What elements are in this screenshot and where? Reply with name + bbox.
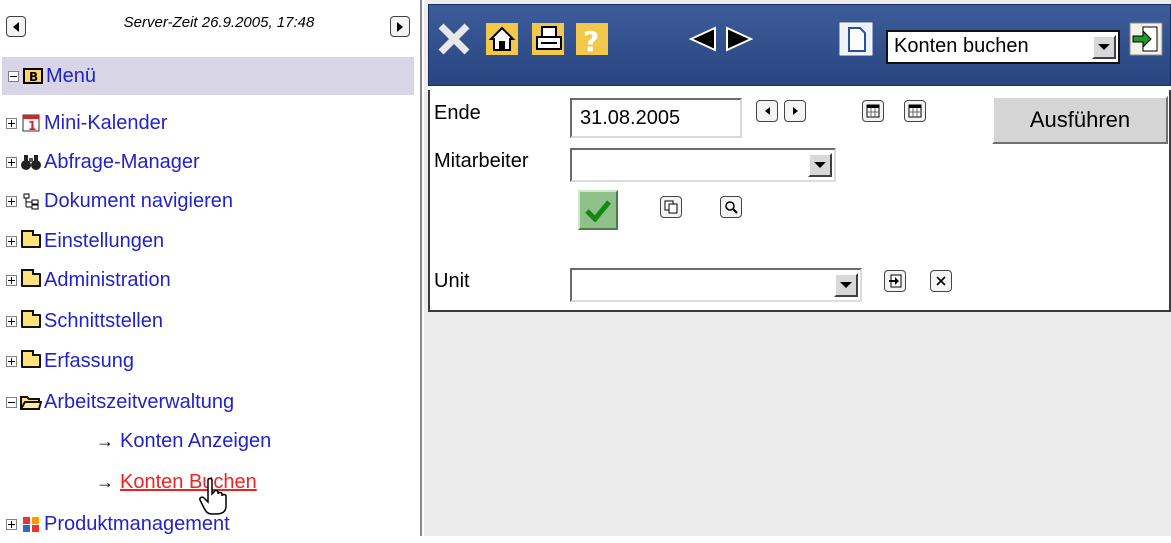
open-folder-icon bbox=[20, 392, 42, 412]
dropdown-arrow-icon[interactable] bbox=[834, 273, 858, 297]
tree-item-arbeitszeitverwaltung[interactable]: Arbeitszeitverwaltung bbox=[6, 383, 234, 421]
tree-subitem-konten-anzeigen[interactable]: → Konten Anzeigen bbox=[96, 424, 271, 458]
tree-item-label: Abfrage-Manager bbox=[44, 150, 200, 173]
execute-button[interactable]: Ausführen bbox=[992, 96, 1168, 144]
menu-icon: B bbox=[22, 66, 44, 86]
expand-icon[interactable] bbox=[6, 518, 17, 530]
go-button[interactable] bbox=[1126, 20, 1166, 58]
svg-text:1: 1 bbox=[28, 119, 36, 132]
tree-icon bbox=[20, 191, 42, 211]
mitarbeiter-select[interactable] bbox=[570, 148, 836, 182]
printer-icon bbox=[532, 23, 564, 55]
expand-icon[interactable] bbox=[6, 195, 17, 207]
tree-item-mini-kalender[interactable]: 1 Mini-Kalender bbox=[6, 104, 167, 142]
date-back-button[interactable] bbox=[756, 100, 778, 122]
dropdown-arrow-icon[interactable] bbox=[1092, 35, 1116, 59]
svg-text:B: B bbox=[29, 70, 38, 84]
document-icon bbox=[839, 22, 873, 56]
tree-item-produktmanagement[interactable]: Produktmanagement bbox=[6, 505, 230, 543]
tree-item-label: Dokument navigieren bbox=[44, 189, 233, 212]
tree-item-label: Einstellungen bbox=[44, 229, 165, 252]
nav-forward-button[interactable] bbox=[390, 16, 410, 37]
go-arrow-icon bbox=[1129, 22, 1163, 56]
unit-clear-button[interactable] bbox=[930, 270, 952, 292]
nav-back-button[interactable] bbox=[6, 16, 26, 37]
home-icon bbox=[486, 23, 518, 55]
puzzle-icon bbox=[20, 514, 42, 534]
calendar-grid-icon bbox=[866, 104, 880, 118]
unit-label: Unit bbox=[434, 270, 470, 292]
calendar-range-button[interactable] bbox=[904, 100, 926, 122]
folder-icon bbox=[20, 350, 42, 371]
tree-item-label[interactable]: Konten Buchen bbox=[120, 471, 257, 494]
home-button[interactable] bbox=[484, 20, 520, 58]
close-icon bbox=[438, 23, 470, 55]
dropdown-arrow-icon[interactable] bbox=[808, 153, 832, 177]
triangle-left-icon bbox=[13, 21, 19, 32]
collapse-icon[interactable] bbox=[6, 396, 17, 408]
action-select[interactable]: Konten buchen bbox=[886, 30, 1120, 64]
checkmark-icon bbox=[585, 200, 611, 222]
tree-item-label: Erfassung bbox=[44, 349, 135, 372]
unit-select[interactable] bbox=[570, 268, 862, 302]
expand-icon[interactable] bbox=[6, 117, 17, 129]
print-button[interactable] bbox=[530, 20, 566, 58]
svg-text:?: ? bbox=[583, 25, 599, 56]
expand-icon[interactable] bbox=[6, 274, 17, 286]
clear-icon bbox=[936, 276, 946, 286]
calendar-grid-icon bbox=[908, 104, 922, 118]
copy-button[interactable] bbox=[660, 196, 682, 218]
tree-item-menu[interactable]: B Menü bbox=[2, 57, 414, 95]
hand-cursor-icon bbox=[198, 477, 230, 521]
tree-item-label: Schnittstellen bbox=[44, 309, 163, 332]
document-button[interactable] bbox=[838, 20, 874, 58]
ende-label: Ende bbox=[434, 102, 481, 124]
tree-item-schnittstellen[interactable]: Schnittstellen bbox=[6, 302, 163, 340]
triangle-right-icon bbox=[397, 21, 403, 32]
search-icon bbox=[725, 201, 738, 214]
unit-open-button[interactable] bbox=[884, 270, 906, 292]
previous-button[interactable] bbox=[684, 20, 720, 58]
tree-item-dokument-navigieren[interactable]: Dokument navigieren bbox=[6, 182, 233, 220]
tree-item-label: Arbeitszeitverwaltung bbox=[44, 390, 235, 413]
tree-item-erfassung[interactable]: Erfassung bbox=[6, 342, 134, 380]
tree-item-label: Mini-Kalender bbox=[44, 111, 168, 134]
arrow-right-icon: → bbox=[96, 471, 114, 492]
tree-item-label: Administration bbox=[44, 268, 171, 291]
arrow-right-icon bbox=[726, 26, 754, 52]
binoculars-icon bbox=[20, 152, 42, 172]
open-dialog-icon bbox=[889, 274, 902, 288]
search-button[interactable] bbox=[720, 196, 742, 218]
expand-icon[interactable] bbox=[6, 315, 17, 327]
expand-icon[interactable] bbox=[6, 156, 17, 168]
arrow-right-icon: → bbox=[96, 430, 114, 451]
tree-item-label[interactable]: Konten Anzeigen bbox=[120, 430, 271, 453]
tree-subitem-konten-buchen[interactable]: → Konten Buchen bbox=[96, 465, 257, 499]
confirm-button[interactable] bbox=[578, 190, 618, 230]
copy-icon bbox=[664, 200, 678, 214]
folder-icon bbox=[20, 230, 42, 251]
help-button[interactable]: ? bbox=[574, 20, 610, 58]
folder-icon bbox=[20, 310, 42, 331]
collapse-icon[interactable] bbox=[8, 70, 19, 82]
folder-icon bbox=[20, 269, 42, 290]
tree-item-einstellungen[interactable]: Einstellungen bbox=[6, 222, 164, 260]
mitarbeiter-label: Mitarbeiter bbox=[434, 150, 529, 172]
expand-icon[interactable] bbox=[6, 355, 17, 367]
ende-date-field[interactable] bbox=[570, 98, 742, 138]
calendar-picker-button[interactable] bbox=[862, 100, 884, 122]
date-forward-button[interactable] bbox=[784, 100, 806, 122]
tree-item-label: Menü bbox=[46, 64, 97, 87]
server-time: Server-Zeit 26.9.2005, 17:48 bbox=[123, 14, 315, 31]
tree-item-administration[interactable]: Administration bbox=[6, 261, 171, 299]
tree-item-abfrage-manager[interactable]: Abfrage-Manager bbox=[6, 143, 200, 181]
arrow-left-icon bbox=[688, 26, 716, 52]
question-mark-icon: ? bbox=[576, 23, 608, 56]
close-button[interactable] bbox=[436, 20, 472, 58]
action-select-value: Konten buchen bbox=[894, 35, 1029, 57]
calendar-icon: 1 bbox=[20, 113, 42, 133]
next-button[interactable] bbox=[722, 20, 758, 58]
expand-icon[interactable] bbox=[6, 235, 17, 247]
